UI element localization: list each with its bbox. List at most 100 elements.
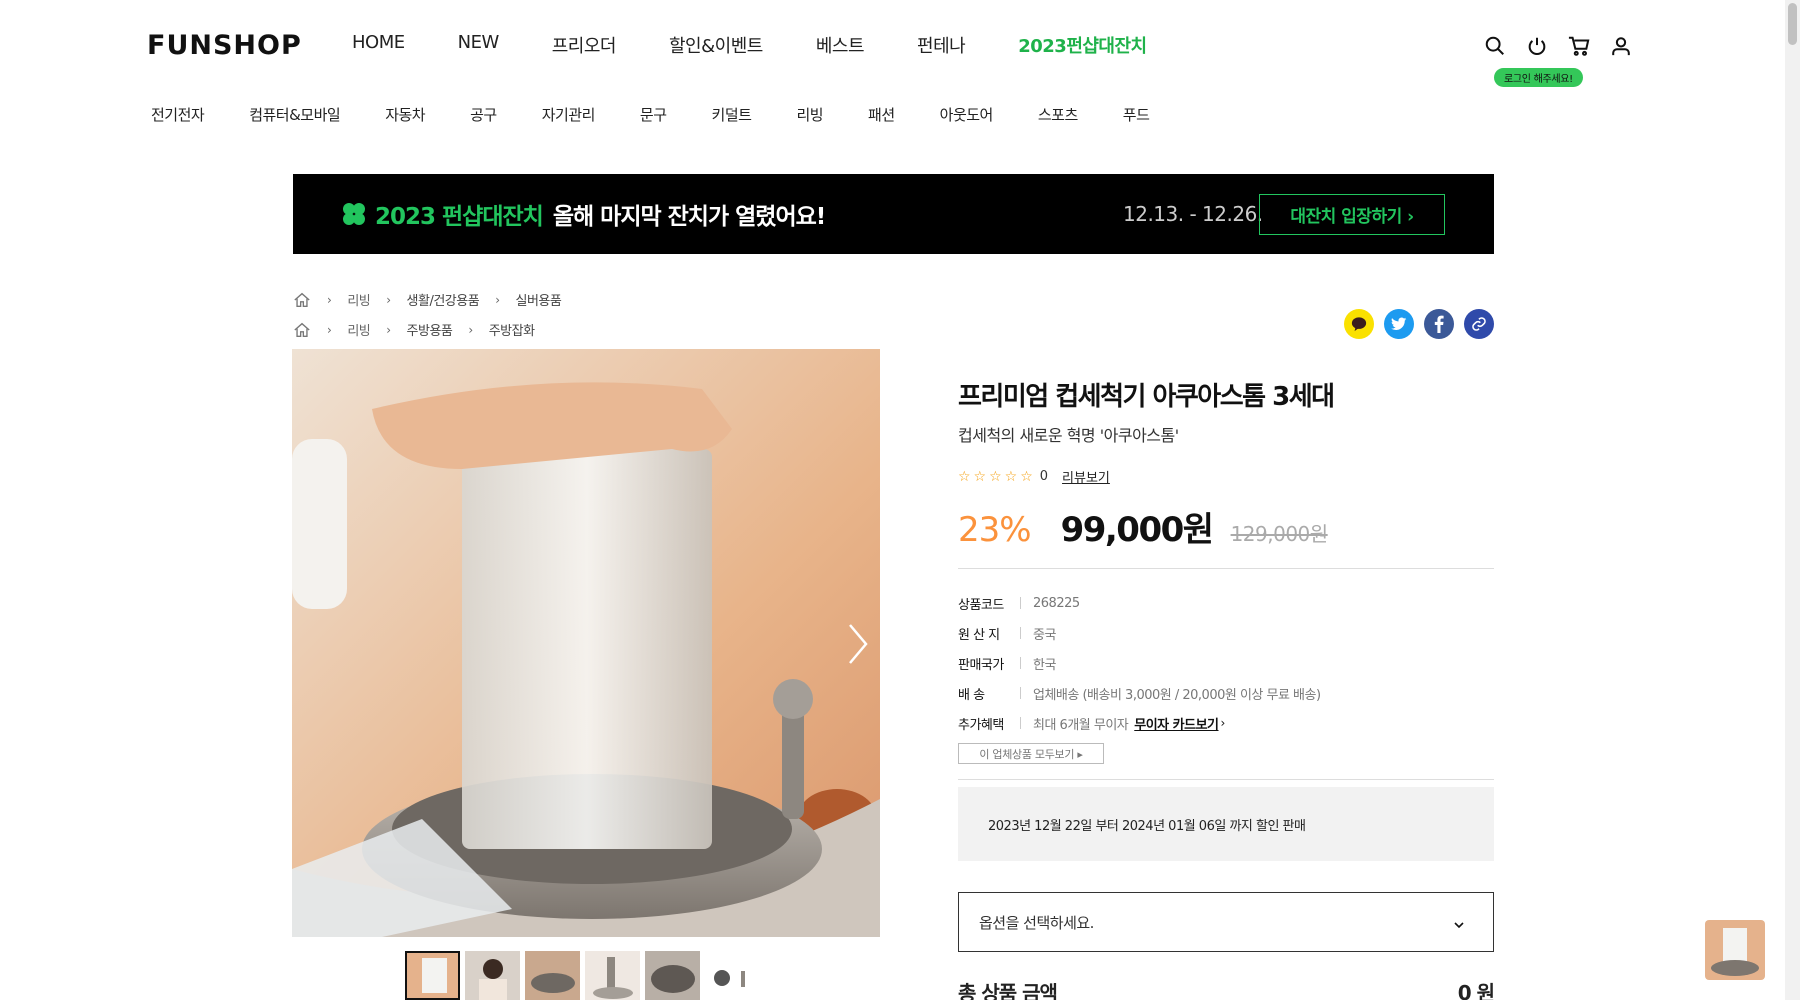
chevron-right-icon: › (468, 322, 473, 337)
breadcrumb: › 리빙 › 주방용품 › 주방잡화 (293, 320, 535, 339)
banner-title: 2023 펀샵대잔치 (375, 204, 544, 230)
chevron-right-icon: › (327, 322, 332, 337)
facebook-share-icon[interactable] (1424, 309, 1454, 339)
category-stationery[interactable]: 문구 (640, 104, 667, 125)
info-key: 추가혜택 (958, 717, 1004, 733)
nav-new[interactable]: NEW (458, 32, 500, 58)
login-badge[interactable]: 로그인 해주세요! (1494, 68, 1583, 87)
discount-rate: 23% (958, 510, 1032, 550)
thumbnail[interactable] (705, 951, 760, 1000)
option-select[interactable]: 옵션을 선택하세요. (958, 892, 1494, 952)
share-buttons (1344, 309, 1504, 339)
total-value: 0 원 (1457, 981, 1495, 1000)
rating-count: 0 (1039, 469, 1049, 484)
original-price: 129,000원 (1230, 522, 1329, 546)
utility-icons (1482, 33, 1650, 59)
info-row: 상품코드 268225 (958, 588, 1321, 618)
chevron-right-icon: › (495, 292, 500, 307)
category-electronics[interactable]: 전기전자 (151, 104, 205, 125)
breadcrumb-link[interactable]: 생활/건강용품 (407, 290, 480, 309)
price-row: 23% 99,000원 129,000원 (958, 502, 1328, 551)
category-self-care[interactable]: 자기관리 (542, 104, 596, 125)
category-fashion[interactable]: 패션 (868, 104, 895, 125)
product-subtitle: 컵세척의 새로운 혁명 '아쿠아스톰' (958, 426, 1179, 445)
divider (958, 568, 1494, 569)
chevron-right-icon: › (386, 292, 391, 307)
info-value: 중국 (1033, 627, 1056, 643)
user-icon[interactable] (1608, 33, 1634, 59)
product-title: 프리미엄 컵세척기 아쿠아스톰 3세대 (958, 382, 1335, 412)
review-link[interactable]: 리뷰보기 (1062, 467, 1110, 486)
category-tools[interactable]: 공구 (470, 104, 497, 125)
thumbnail[interactable] (645, 951, 700, 1000)
info-value: 268225 (1033, 595, 1080, 611)
category-living[interactable]: 리빙 (796, 104, 823, 125)
breadcrumb-link[interactable]: 리빙 (347, 320, 370, 339)
home-icon[interactable] (293, 291, 311, 309)
info-key: 배 송 (958, 687, 985, 703)
banner-subtitle: 올해 마지막 잔치가 열렸어요! (552, 204, 826, 230)
sale-price: 99,000원 (1060, 510, 1214, 550)
chevron-right-icon: › (1220, 716, 1226, 730)
info-key: 원 산 지 (958, 627, 1000, 643)
total-label: 총 상품 금액 (958, 981, 1058, 1000)
twitter-share-icon[interactable] (1384, 309, 1414, 339)
thumbnail[interactable] (585, 951, 640, 1000)
info-value: 업체배송 (배송비 3,000원 / 20,000원 이상 무료 배송) (1033, 687, 1321, 703)
nav-festival[interactable]: 2023펀샵대잔치 (1018, 32, 1147, 58)
breadcrumb-link[interactable]: 주방잡화 (489, 320, 535, 339)
info-row: 판매국가 한국 (958, 648, 1321, 678)
info-value: 최대 6개월 무이자 (1033, 717, 1129, 733)
category-food[interactable]: 푸드 (1123, 104, 1150, 125)
festival-banner[interactable]: 2023 펀샵대잔치 올해 마지막 잔치가 열렸어요! 12.13. - 12.… (293, 174, 1494, 254)
divider (958, 779, 1494, 780)
logo[interactable]: FUNSHOP (147, 30, 302, 61)
vendor-all-products-button[interactable]: 이 업체상품 모두보기 ▸ (958, 743, 1104, 764)
clover-icon (341, 201, 367, 227)
nav-home[interactable]: HOME (352, 32, 405, 58)
info-value: 한국 (1033, 657, 1056, 673)
thumbnail[interactable] (405, 951, 460, 1000)
category-car[interactable]: 자동차 (385, 104, 425, 125)
thumbnail-strip (405, 951, 765, 1000)
cart-icon[interactable] (1566, 33, 1592, 59)
thumbnail[interactable] (525, 951, 580, 1000)
product-info: 상품코드 268225 원 산 지 중국 판매국가 한국 배 송 업체배송 (배… (958, 588, 1321, 738)
product-main-image[interactable] (292, 349, 880, 937)
scrollbar[interactable] (1785, 0, 1800, 1000)
info-key: 판매국가 (958, 657, 1004, 673)
category-computer-mobile[interactable]: 컴퓨터&모바일 (249, 104, 341, 125)
info-row: 원 산 지 중국 (958, 618, 1321, 648)
search-icon[interactable] (1482, 33, 1508, 59)
total-price-row: 총 상품 금액 0 원 (958, 977, 1495, 1000)
category-sports[interactable]: 스포츠 (1038, 104, 1078, 125)
breadcrumb-link[interactable]: 주방용품 (407, 320, 453, 339)
banner-date: 12.13. - 12.26. (1123, 202, 1263, 226)
main-nav: HOME NEW 프리오더 할인&이벤트 베스트 펀테나 2023펀샵대잔치 (352, 32, 1200, 58)
nav-best[interactable]: 베스트 (816, 32, 865, 58)
scrollbar-thumb[interactable] (1788, 3, 1797, 45)
breadcrumb: › 리빙 › 생활/건강용품 › 실버용품 (293, 290, 562, 309)
nav-funtena[interactable]: 펀테나 (917, 32, 966, 58)
banner-enter-button[interactable]: 대잔치 입장하기 › (1259, 194, 1445, 235)
next-image-arrow-icon[interactable] (842, 619, 872, 669)
nav-discount-event[interactable]: 할인&이벤트 (669, 32, 763, 58)
category-kidult[interactable]: 키덜트 (712, 104, 752, 125)
recent-product-thumbnail[interactable] (1705, 920, 1765, 980)
category-outdoor[interactable]: 아웃도어 (940, 104, 994, 125)
link-copy-icon[interactable] (1464, 309, 1494, 339)
home-icon[interactable] (293, 321, 311, 339)
info-row: 배 송 업체배송 (배송비 3,000원 / 20,000원 이상 무료 배송) (958, 678, 1321, 708)
info-row: 추가혜택 최대 6개월 무이자 무이자 카드보기 › (958, 708, 1321, 738)
thumbnail[interactable] (465, 951, 520, 1000)
kakao-share-icon[interactable] (1344, 309, 1374, 339)
nav-preorder[interactable]: 프리오더 (552, 32, 617, 58)
rating: ☆☆☆☆☆ 0 리뷰보기 (958, 467, 1110, 487)
info-key: 상품코드 (958, 597, 1004, 613)
power-icon[interactable] (1524, 33, 1550, 59)
breadcrumb-link[interactable]: 실버용품 (516, 290, 562, 309)
interest-free-card-link[interactable]: 무이자 카드보기 (1134, 714, 1219, 733)
breadcrumb-link[interactable]: 리빙 (347, 290, 370, 309)
chevron-right-icon: › (327, 292, 332, 307)
category-nav: 전기전자 컴퓨터&모바일 자동차 공구 자기관리 문구 키덜트 리빙 패션 아웃… (151, 104, 1194, 125)
